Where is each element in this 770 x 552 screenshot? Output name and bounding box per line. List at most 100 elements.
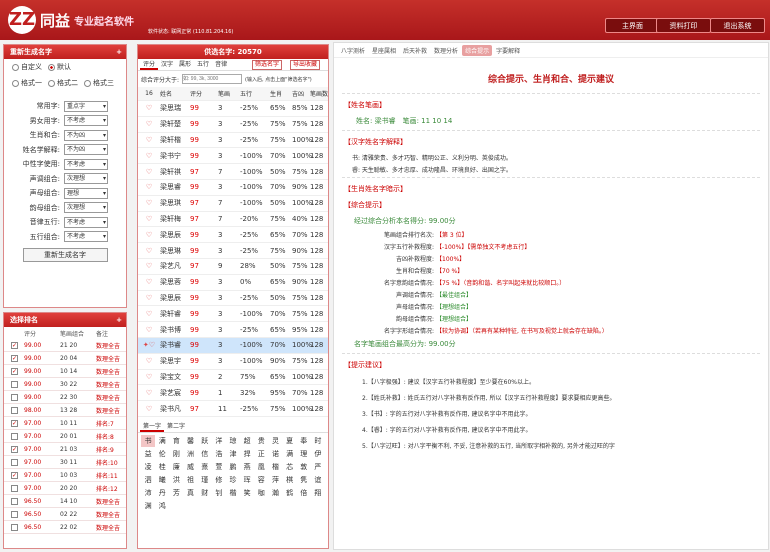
heart-icon[interactable]: ♡ xyxy=(138,389,160,397)
ranking-row[interactable]: 97.00 20 20 排名:12 xyxy=(4,482,126,495)
char-cell[interactable]: 跃 xyxy=(198,435,212,447)
tab-wuxing[interactable]: 五行 xyxy=(194,59,212,70)
field-select[interactable]: 不为凶 xyxy=(64,129,108,141)
radio-default[interactable]: 默认 xyxy=(48,62,71,72)
char-cell[interactable]: 丹 xyxy=(155,487,169,499)
char-cell[interactable]: 钊 xyxy=(212,487,226,499)
ranking-row[interactable]: ✓ 99.00 10 14 数理全吉 xyxy=(4,365,126,378)
heart-icon[interactable]: ♡ xyxy=(138,231,160,239)
char-cell[interactable]: 楷 xyxy=(268,461,282,473)
field-select[interactable]: 不考虑 xyxy=(64,231,108,243)
field-select[interactable]: 次理想 xyxy=(64,173,108,185)
char-cell[interactable]: 鹏 xyxy=(226,461,240,473)
char-cell[interactable]: 诺 xyxy=(268,448,282,460)
char-cell[interactable]: 萱 xyxy=(212,461,226,473)
score-filter-input[interactable] xyxy=(182,74,243,84)
char-cell[interactable]: 曦 xyxy=(155,474,169,486)
ranking-row[interactable]: ✓ 99.00 20 04 数理全吉 xyxy=(4,352,126,365)
radio-format3[interactable]: 格式三 xyxy=(84,78,114,88)
char-cell[interactable]: 威 xyxy=(183,461,197,473)
name-row[interactable]: ♡ 梁艺宸 99 1 32% 95% 70% 128 xyxy=(138,385,328,402)
field-select[interactable]: 不考虑 xyxy=(64,115,108,127)
heart-icon[interactable]: ♡ xyxy=(138,294,160,302)
char-cell[interactable]: 渊 xyxy=(141,500,155,512)
radio-format2[interactable]: 格式二 xyxy=(48,78,78,88)
char-cell[interactable]: 熹 xyxy=(198,461,212,473)
result-tab[interactable]: 八字测析 xyxy=(338,45,368,56)
regenerate-button[interactable]: 重新生成名字 xyxy=(22,248,108,262)
char-cell[interactable]: 理 xyxy=(297,448,311,460)
ranking-row[interactable]: ✓ 99.00 21 20 数理全吉 xyxy=(4,339,126,352)
checkbox[interactable]: ✓ xyxy=(11,354,18,362)
char-cell[interactable]: 隽 xyxy=(297,474,311,486)
field-select[interactable]: 不考虑 xyxy=(64,158,108,170)
radio-format1[interactable]: 格式一 xyxy=(12,78,42,88)
char-cell[interactable]: 棋 xyxy=(283,474,297,486)
char-cell[interactable]: 益 xyxy=(141,448,155,460)
char-cell[interactable]: 芳 xyxy=(169,487,183,499)
name-row[interactable]: ♡ 梁思瑞 99 3 -25% 65% 85% 128 xyxy=(138,101,328,117)
char-cell[interactable]: 信 xyxy=(198,448,212,460)
checkbox[interactable] xyxy=(11,393,18,401)
ranking-row[interactable]: 97.00 20 01 排名:8 xyxy=(4,430,126,443)
name-row[interactable]: ♡ 梁轩梅 97 7 -20% 75% 40% 128 xyxy=(138,212,328,228)
char-cell[interactable]: 奉 xyxy=(297,435,311,447)
name-row[interactable]: ♡ 梁思宇 99 3 -100% 90% 75% 128 xyxy=(138,354,328,370)
char-cell[interactable]: 财 xyxy=(198,487,212,499)
char-cell[interactable]: 咖 xyxy=(254,487,268,499)
ranking-row[interactable]: ✓ 97.00 21 03 排名:9 xyxy=(4,443,126,456)
heart-icon[interactable]: ♡ xyxy=(138,357,160,365)
heart-icon[interactable]: ♡ xyxy=(138,168,160,176)
name-row[interactable]: ♡ 梁思蓉 99 3 0% 65% 90% 128 xyxy=(138,275,328,291)
char-cell[interactable]: 笑 xyxy=(240,487,254,499)
ranking-row[interactable]: 99.00 22 30 数理全吉 xyxy=(4,391,126,404)
exit-button[interactable]: 退出系统 xyxy=(710,18,765,33)
char-cell[interactable]: 凰 xyxy=(254,461,268,473)
checkbox[interactable]: ✓ xyxy=(11,341,18,349)
radio-custom[interactable]: 自定义 xyxy=(12,62,42,72)
char-cell[interactable]: 敦 xyxy=(297,461,311,473)
name-row[interactable]: ♡ 梁宝文 99 2 75% 65% 100% 128 xyxy=(138,370,328,386)
result-tab[interactable]: 数理分析 xyxy=(431,45,461,56)
heart-icon[interactable]: ♡ xyxy=(138,199,160,207)
heart-icon[interactable]: ♡ xyxy=(138,215,160,223)
ranking-row[interactable]: 99.00 30 22 数理全吉 xyxy=(4,378,126,391)
checkbox[interactable] xyxy=(11,458,18,466)
char-cell[interactable]: 沛 xyxy=(141,487,155,499)
char-cell[interactable]: 伊 xyxy=(311,448,325,460)
char-cell[interactable]: 翔 xyxy=(311,487,325,499)
checkbox[interactable] xyxy=(11,406,18,414)
ranking-row[interactable]: 96.50 22 02 数理全吉 xyxy=(4,521,126,534)
result-tab[interactable]: 星座属相 xyxy=(369,45,399,56)
tab-yinlv[interactable]: 音律 xyxy=(212,59,230,70)
char-cell[interactable]: 满 xyxy=(283,448,297,460)
filter-names-button[interactable]: 筛选名字 xyxy=(252,60,283,70)
field-select[interactable]: 不考虑 xyxy=(64,216,108,228)
char-cell[interactable]: 鸿 xyxy=(155,500,169,512)
char-cell[interactable]: 捍 xyxy=(240,448,254,460)
tab-first-char[interactable]: 第一字 xyxy=(140,421,165,432)
heart-icon[interactable]: ♡ xyxy=(138,104,160,112)
char-cell[interactable]: 鹤 xyxy=(283,487,297,499)
result-tab[interactable]: 综合提示 xyxy=(462,44,493,56)
heart-icon[interactable]: ♡ xyxy=(138,183,160,191)
heart-icon[interactable]: ✦♡ xyxy=(138,341,160,349)
char-cell[interactable]: 书 xyxy=(141,434,156,447)
heart-icon[interactable]: ♡ xyxy=(138,247,160,255)
tab-score[interactable]: 评分 xyxy=(140,59,159,70)
checkbox[interactable] xyxy=(11,523,18,531)
collapse-icon[interactable]: + xyxy=(116,45,122,59)
name-row[interactable]: ♡ 梁思辰 99 3 -25% 65% 70% 128 xyxy=(138,227,328,244)
char-cell[interactable]: 倍 xyxy=(297,487,311,499)
name-row[interactable]: ♡ 梁轩楷 99 3 -25% 75% 100% 128 xyxy=(138,133,328,149)
collapse-icon[interactable]: + xyxy=(116,313,122,327)
name-row[interactable]: ♡ 梁艺凡 97 9 28% 50% 75% 128 xyxy=(138,259,328,275)
result-tab[interactable]: 字要解释 xyxy=(493,45,523,56)
char-cell[interactable]: 琼 xyxy=(226,435,240,447)
name-row[interactable]: ♡ 梁思睿 99 3 -100% 70% 90% 128 xyxy=(138,180,328,196)
char-cell[interactable]: 桂 xyxy=(155,461,169,473)
checkbox[interactable] xyxy=(11,484,18,492)
home-button[interactable]: 主界面 xyxy=(605,18,660,33)
name-row[interactable]: ♡ 梁轩睿 99 3 -100% 70% 75% 128 xyxy=(138,306,328,323)
checkbox[interactable]: ✓ xyxy=(11,367,18,375)
